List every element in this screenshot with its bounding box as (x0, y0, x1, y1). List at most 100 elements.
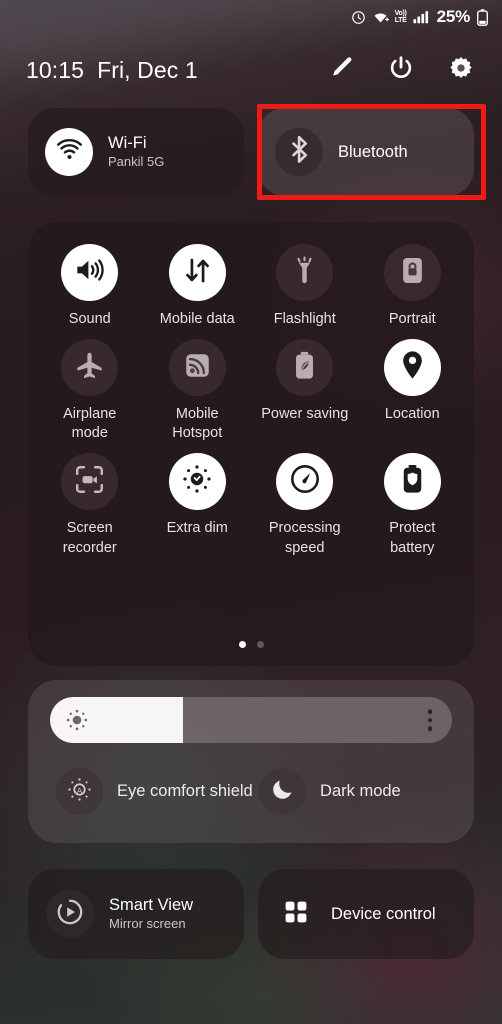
quick-toggle-panel: Sound Mobile data Flashlight Portrait Ai… (28, 222, 474, 666)
tile-protect-battery-label: Protect battery (389, 520, 436, 556)
clock-and-date[interactable]: 10:15 Fri, Dec 1 (26, 57, 198, 84)
rotation-lock-icon (400, 256, 425, 290)
power-button[interactable] (388, 55, 414, 86)
wifi-tile-subtitle: Pankil 5G (108, 154, 165, 170)
tile-power-saving-icon-circle (276, 339, 334, 397)
power-icon (388, 55, 414, 86)
tile-airplane-mode[interactable]: Airplane mode (36, 339, 144, 443)
brightness-options-button[interactable] (427, 709, 432, 731)
brightness-slider[interactable] (50, 697, 452, 743)
tile-protect-battery-icon-circle (383, 453, 441, 511)
eye-comfort-shield-label: Eye comfort shield (117, 782, 253, 800)
smart-view-icon-circle (46, 890, 94, 938)
tile-sound[interactable]: Sound (36, 244, 144, 329)
dark-mode-icon-circle (259, 768, 307, 815)
wifi-tile-icon-circle (45, 128, 93, 176)
connectivity-row: Wi-Fi Pankil 5G Bluetooth (28, 108, 474, 196)
hotspot-icon (184, 352, 211, 384)
smart-view-subtitle: Mirror screen (109, 916, 186, 932)
dark-mode-toggle[interactable]: Dark mode (259, 768, 401, 815)
clock-alarm-icon (351, 10, 366, 25)
tile-location[interactable]: Location (359, 339, 467, 443)
tile-mobile-hotspot-label: Mobile Hotspot (172, 406, 223, 442)
battery-percent-label: 25% (436, 7, 471, 26)
eye-comfort-shield-toggle[interactable]: A Eye comfort shield (50, 768, 259, 815)
smart-view-icon (56, 898, 84, 931)
tile-screen-recorder-label: Screen recorder (62, 520, 117, 556)
flashlight-icon (291, 256, 318, 290)
clock-date[interactable]: Fri, Dec 1 (97, 57, 198, 84)
tile-extra-dim-icon-circle (168, 453, 226, 511)
more-vertical-icon (427, 709, 432, 714)
wifi-tile-title: Wi-Fi (108, 133, 147, 152)
tile-flashlight[interactable]: Flashlight (251, 244, 359, 329)
tile-location-icon-circle (383, 339, 441, 397)
screen-recorder-icon (75, 465, 104, 499)
tile-portrait-label: Portrait (388, 311, 436, 327)
bluetooth-tile-text: Bluetooth (338, 142, 408, 163)
tile-airplane-mode-icon-circle (61, 339, 119, 397)
gear-icon (448, 55, 474, 86)
settings-button[interactable] (448, 55, 474, 86)
volte-icon: Vo)) LTE (394, 10, 407, 24)
tile-sound-icon-circle (61, 244, 119, 301)
wifi-icon (56, 138, 83, 166)
tile-mobile-data-label: Mobile data (159, 311, 235, 327)
signal-bars-icon (413, 10, 429, 24)
eye-comfort-icon-circle: A (56, 768, 103, 815)
battery-icon (477, 8, 488, 26)
page-dot-2[interactable] (256, 641, 264, 648)
tile-mobile-hotspot-icon-circle (168, 339, 226, 397)
clock-time[interactable]: 10:15 (26, 57, 84, 84)
smart-view-text: Smart View Mirror screen (109, 895, 193, 934)
device-control-text: Device control (331, 904, 436, 925)
device-control-icon-wrap (276, 890, 316, 938)
svg-text:A: A (77, 785, 83, 794)
more-vertical-icon (427, 726, 432, 731)
tile-location-label: Location (384, 406, 440, 423)
tile-power-saving-label: Power saving (261, 406, 349, 423)
tile-protect-battery[interactable]: Protect battery (359, 453, 467, 557)
status-bar: Vo)) LTE 25% (0, 0, 502, 34)
wifi-tile[interactable]: Wi-Fi Pankil 5G (28, 108, 244, 196)
bluetooth-icon (288, 135, 311, 168)
device-control-tile[interactable]: Device control (258, 869, 474, 959)
tile-mobile-hotspot[interactable]: Mobile Hotspot (144, 339, 252, 443)
extra-dim-icon (182, 464, 212, 499)
battery-leaf-icon (293, 351, 316, 385)
quick-settings-panel: Vo)) LTE 25% 10:15 Fri, Dec 1 Wi-Fi Pank… (0, 0, 502, 1024)
tile-portrait[interactable]: Portrait (359, 244, 467, 329)
tile-processing-speed-icon-circle (276, 453, 334, 511)
smart-view-tile[interactable]: Smart View Mirror screen (28, 869, 244, 959)
eye-comfort-icon: A (67, 777, 92, 807)
tile-portrait-icon-circle (383, 244, 441, 301)
tile-flashlight-label: Flashlight (273, 311, 336, 327)
device-grid-icon (283, 899, 309, 930)
bluetooth-tile[interactable]: Bluetooth (258, 108, 474, 196)
tile-airplane-mode-label: Airplane mode (63, 406, 117, 442)
location-pin-icon (400, 350, 425, 385)
device-control-title: Device control (331, 904, 436, 923)
more-vertical-icon (427, 717, 432, 723)
tile-extra-dim[interactable]: Extra dim (144, 453, 252, 557)
bluetooth-tile-icon-circle (275, 128, 323, 176)
tile-screen-recorder-icon-circle (61, 453, 119, 511)
speaker-icon (74, 256, 105, 289)
tile-screen-recorder[interactable]: Screen recorder (36, 453, 144, 557)
pencil-icon (329, 55, 354, 85)
brightness-panel: A Eye comfort shield Dark mode (28, 680, 474, 843)
tile-extra-dim-label: Extra dim (166, 520, 228, 537)
speedometer-icon (290, 464, 320, 499)
tile-processing-speed[interactable]: Processing speed (251, 453, 359, 557)
tile-processing-speed-label: Processing speed (268, 520, 341, 556)
tile-sound-label: Sound (68, 311, 111, 327)
airplane-icon (75, 351, 104, 385)
page-dot-1[interactable] (238, 641, 246, 648)
page-indicator (28, 641, 474, 648)
tile-power-saving[interactable]: Power saving (251, 339, 359, 443)
battery-shield-icon (401, 464, 424, 499)
tile-mobile-data[interactable]: Mobile data (144, 244, 252, 329)
wifi-tile-text: Wi-Fi Pankil 5G (108, 133, 164, 172)
bottom-tiles-row: Smart View Mirror screen Device control (28, 869, 474, 959)
edit-button[interactable] (329, 55, 354, 85)
